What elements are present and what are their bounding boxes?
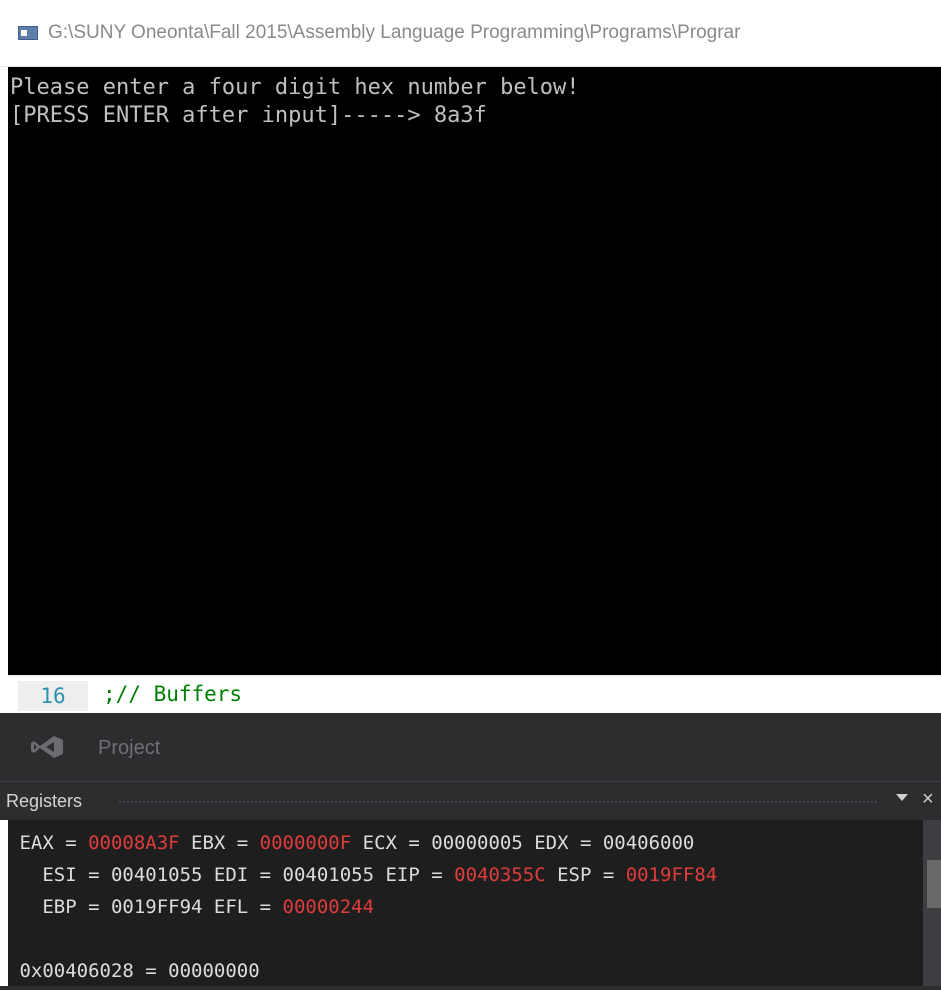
close-icon[interactable]: × — [922, 788, 934, 811]
drag-grip[interactable] — [118, 800, 878, 805]
register-value-changed: 0040355C — [454, 864, 546, 886]
register-row: EBP = 0019FF94 EFL = 00000244 — [8, 896, 375, 918]
register-value-changed: 00008A3F — [88, 832, 180, 854]
registers-window[interactable]: EAX = 00008A3F EBX = 0000000F ECX = 0000… — [8, 820, 923, 986]
chevron-down-icon[interactable] — [896, 794, 908, 801]
memory-watch-row: 0x00406028 = 00000000 — [8, 960, 260, 982]
registers-scrollbar[interactable] — [923, 820, 941, 986]
bottom-edge — [0, 986, 941, 990]
visual-studio-icon — [31, 736, 63, 758]
register-value-changed: 00000244 — [282, 896, 375, 918]
tab-project[interactable]: Project — [98, 737, 160, 760]
console-line: [PRESS ENTER after input]-----> 8a3f — [10, 103, 487, 128]
registers-header: Registers × — [0, 781, 941, 820]
console-line: Please enter a four digit hex number bel… — [10, 75, 580, 100]
window-title: G:\SUNY Oneonta\Fall 2015\Assembly Langu… — [48, 22, 741, 43]
scrollbar-thumb[interactable] — [927, 860, 941, 908]
code-comment: ;// Buffers — [103, 682, 243, 706]
line-number: 16 — [18, 681, 88, 711]
register-value-changed: 0019FF84 — [625, 864, 718, 886]
title-bar: G:\SUNY Oneonta\Fall 2015\Assembly Langu… — [0, 0, 941, 67]
code-editor-line[interactable]: 16 ;// Buffers — [8, 675, 941, 716]
console-app-icon — [18, 26, 38, 40]
register-row: ESI = 00401055 EDI = 00401055 EIP = 0040… — [8, 864, 718, 886]
registers-title: Registers — [6, 791, 83, 811]
register-row: EAX = 00008A3F EBX = 0000000F ECX = 0000… — [8, 832, 695, 854]
tool-panel-bar: Project — [0, 713, 941, 781]
console-output[interactable]: Please enter a four digit hex number bel… — [8, 67, 941, 675]
register-value-changed: 0000000F — [259, 832, 352, 854]
